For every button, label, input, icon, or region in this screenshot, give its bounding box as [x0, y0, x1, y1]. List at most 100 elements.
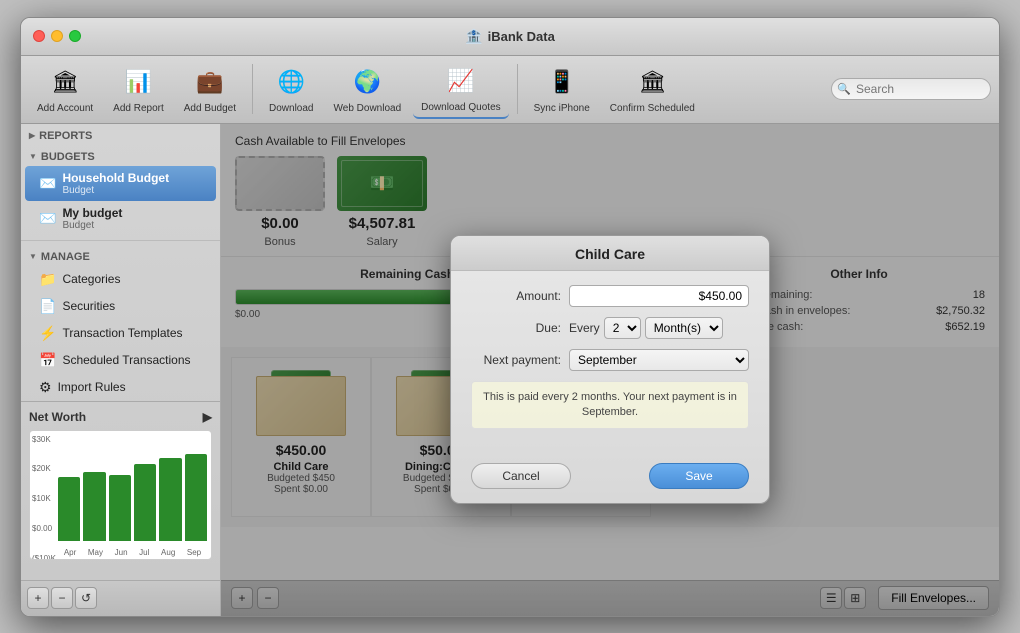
- download-quotes-button[interactable]: 📈 Download Quotes: [413, 59, 509, 119]
- add-account-label: Add Account: [37, 103, 93, 114]
- add-budget-button[interactable]: 💼 Add Budget: [176, 60, 244, 118]
- main-area: ▶ REPORTS ▼ BUDGETS ✉️ Household Budget …: [21, 124, 999, 616]
- sidebar-item-scheduled-transactions[interactable]: 📅 Scheduled Transactions: [21, 347, 220, 374]
- add-report-icon: 📊: [120, 64, 156, 100]
- bar-sep: [185, 454, 207, 541]
- due-unit-select[interactable]: Month(s) Week(s) Year(s): [645, 317, 723, 339]
- envelope-icon-1: ✉️: [39, 175, 56, 192]
- sync-iphone-button[interactable]: 📱 Sync iPhone: [526, 60, 598, 118]
- due-controls: Every 2 1 3 Month(s) Week(s) Year(s): [569, 317, 723, 339]
- add-budget-label: Add Budget: [184, 103, 236, 114]
- import-rules-icon: ⚙: [39, 379, 52, 396]
- sidebar-bottom-toolbar: + − ↺: [21, 580, 220, 616]
- net-worth-arrow: ▶: [203, 410, 212, 424]
- item-text-2: My budget Budget: [62, 206, 122, 231]
- amount-label: Amount:: [471, 289, 561, 303]
- close-btn[interactable]: [33, 30, 45, 42]
- sidebar-item-household-budget[interactable]: ✉️ Household Budget Budget: [25, 166, 216, 201]
- bar-may: [83, 472, 105, 541]
- cancel-button[interactable]: Cancel: [471, 463, 571, 489]
- window-title: 🏦 iBank Data: [465, 28, 555, 45]
- download-button[interactable]: 🌐 Download: [261, 60, 321, 118]
- search-wrapper: [831, 78, 991, 100]
- maximize-btn[interactable]: [69, 30, 81, 42]
- amount-input[interactable]: [569, 285, 749, 307]
- sidebar-divider-1: [21, 240, 220, 241]
- sidebar-refresh-btn[interactable]: ↺: [75, 587, 97, 609]
- scheduled-icon: 📅: [39, 352, 56, 369]
- add-budget-icon: 💼: [192, 64, 228, 100]
- child-care-modal: Child Care Amount: Due: Every 2: [450, 235, 770, 505]
- separator-1: [252, 64, 253, 114]
- add-report-button[interactable]: 📊 Add Report: [105, 60, 172, 118]
- save-button[interactable]: Save: [649, 463, 749, 489]
- templates-icon: ⚡: [39, 325, 56, 342]
- add-account-button[interactable]: 🏛 Add Account: [29, 60, 101, 118]
- web-download-icon: 🌍: [349, 64, 385, 100]
- modal-note: This is paid every 2 months. Your next p…: [471, 381, 749, 430]
- categories-icon: 📁: [39, 271, 56, 288]
- sidebar-item-categories[interactable]: 📁 Categories: [21, 266, 220, 293]
- download-quotes-icon: 📈: [443, 63, 479, 99]
- toolbar: 🏛 Add Account 📊 Add Report 💼 Add Budget …: [21, 56, 999, 124]
- modal-overlay: Child Care Amount: Due: Every 2: [221, 124, 999, 616]
- net-worth-header[interactable]: Net Worth ▶: [29, 410, 212, 424]
- sidebar-item-my-budget[interactable]: ✉️ My budget Budget: [21, 201, 220, 236]
- next-payment-select[interactable]: September October November: [569, 349, 749, 371]
- search-input[interactable]: [831, 78, 991, 100]
- securities-icon: 📄: [39, 298, 56, 315]
- confirm-scheduled-icon: 🏛: [634, 64, 670, 100]
- add-account-icon: 🏛: [47, 64, 83, 100]
- net-worth-chart: $30K $20K $10K $0.00 ($10)K: [29, 430, 212, 560]
- bar-apr: [58, 477, 80, 541]
- separator-2: [517, 64, 518, 114]
- main-window: 🏦 iBank Data 🏛 Add Account 📊 Add Report …: [20, 17, 1000, 617]
- net-worth-section: Net Worth ▶ $30K $20K $10K $0.00 ($10)K: [21, 401, 220, 580]
- web-download-button[interactable]: 🌍 Web Download: [326, 60, 410, 118]
- sidebar-item-transaction-templates[interactable]: ⚡ Transaction Templates: [21, 320, 220, 347]
- next-payment-label: Next payment:: [471, 353, 561, 367]
- titlebar: 🏦 iBank Data: [21, 18, 999, 56]
- download-quotes-label: Download Quotes: [421, 102, 501, 113]
- modal-footer: Cancel Save: [451, 455, 769, 503]
- manage-triangle: ▼: [29, 252, 37, 261]
- confirm-scheduled-button[interactable]: 🏛 Confirm Scheduled: [602, 60, 703, 118]
- due-label: Due:: [471, 321, 561, 335]
- sync-iphone-icon: 📱: [544, 64, 580, 100]
- reports-header[interactable]: ▶ REPORTS: [21, 124, 220, 145]
- sidebar-add-btn[interactable]: +: [27, 587, 49, 609]
- reports-triangle: ▶: [29, 131, 35, 140]
- sidebar-item-import-rules[interactable]: ⚙ Import Rules: [21, 374, 220, 401]
- confirm-scheduled-label: Confirm Scheduled: [610, 103, 695, 114]
- envelope-icon-2: ✉️: [39, 210, 56, 227]
- modal-body: Amount: Due: Every 2 1 3: [451, 271, 769, 456]
- sync-iphone-label: Sync iPhone: [534, 103, 590, 114]
- add-report-label: Add Report: [113, 103, 164, 114]
- budgets-triangle: ▼: [29, 152, 37, 161]
- download-icon: 🌐: [273, 64, 309, 100]
- modal-title: Child Care: [451, 236, 769, 271]
- amount-row: Amount:: [471, 285, 749, 307]
- bar-jun: [109, 475, 131, 541]
- chart-y-labels: $30K $20K $10K $0.00 ($10)K: [32, 435, 56, 560]
- bar-aug: [159, 458, 181, 541]
- due-row: Due: Every 2 1 3 Month(s) We: [471, 317, 749, 339]
- sidebar-remove-btn[interactable]: −: [51, 587, 73, 609]
- due-number-select[interactable]: 2 1 3: [604, 317, 641, 339]
- minimize-btn[interactable]: [51, 30, 63, 42]
- budgets-header[interactable]: ▼ BUDGETS: [21, 145, 220, 166]
- sidebar-item-securities[interactable]: 📄 Securities: [21, 293, 220, 320]
- app-icon: 🏦: [465, 28, 482, 45]
- web-download-label: Web Download: [334, 103, 402, 114]
- sidebar: ▶ REPORTS ▼ BUDGETS ✉️ Household Budget …: [21, 124, 221, 616]
- content-area: Cash Available to Fill Envelopes $0.00 B…: [221, 124, 999, 616]
- bar-jul: [134, 464, 156, 540]
- item-text-1: Household Budget Budget: [62, 171, 169, 196]
- due-prefix: Every: [569, 321, 600, 335]
- traffic-lights: [33, 30, 81, 42]
- chart-x-labels: Apr May Jun Jul Aug Sep: [58, 548, 207, 557]
- manage-header[interactable]: ▼ MANAGE: [21, 245, 220, 266]
- next-payment-row: Next payment: September October November: [471, 349, 749, 371]
- chart-bars: [58, 435, 207, 541]
- download-label: Download: [269, 103, 313, 114]
